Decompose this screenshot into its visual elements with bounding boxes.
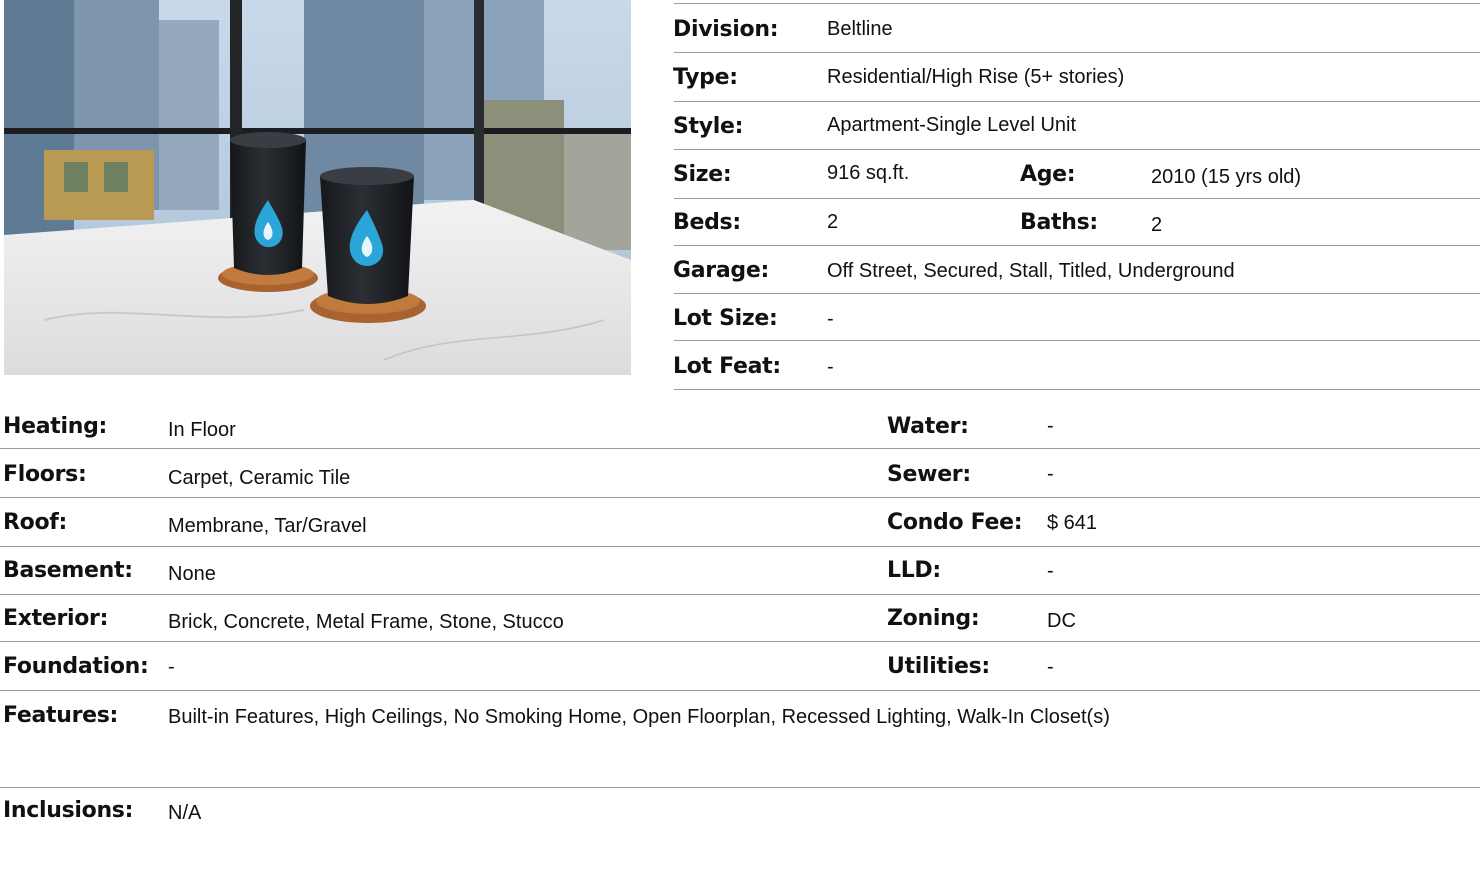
divider (674, 245, 1480, 246)
divider (0, 594, 1480, 595)
lld-value: - (1047, 560, 1054, 582)
baths-value: 2 (1151, 214, 1163, 236)
divider (674, 340, 1480, 341)
basement-label: Basement: (3, 558, 133, 583)
lot-feat-value: - (827, 356, 834, 378)
basement-value: None (168, 563, 216, 585)
divider (674, 149, 1480, 150)
zoning-label: Zoning: (887, 606, 980, 631)
roof-label: Roof: (3, 510, 68, 535)
style-label: Style: (673, 114, 744, 139)
listing-photo (4, 0, 631, 375)
lot-size-label: Lot Size: (673, 306, 778, 331)
divider (674, 3, 1480, 4)
inclusions-label: Inclusions: (3, 798, 134, 823)
beds-label: Beds: (673, 210, 741, 235)
zoning-value: DC (1047, 610, 1076, 632)
heating-label: Heating: (3, 414, 108, 439)
age-value: 2010 (15 yrs old) (1151, 166, 1302, 188)
inclusions-value: N/A (168, 802, 202, 824)
branded-tumbler-photo (4, 0, 631, 375)
size-label: Size: (673, 162, 732, 187)
division-value: Beltline (827, 18, 893, 40)
baths-label: Baths: (1020, 210, 1098, 235)
floors-value: Carpet, Ceramic Tile (168, 467, 351, 489)
water-label: Water: (887, 414, 969, 439)
foundation-value: - (168, 656, 175, 678)
divider (0, 641, 1480, 642)
floors-label: Floors: (3, 462, 87, 487)
divider (0, 546, 1480, 547)
utilities-value: - (1047, 656, 1054, 678)
garage-label: Garage: (673, 258, 769, 283)
beds-value: 2 (827, 211, 839, 233)
exterior-label: Exterior: (3, 606, 109, 631)
divider (0, 690, 1480, 691)
divider (674, 101, 1480, 102)
condo-fee-value: $ 641 (1047, 512, 1098, 534)
features-value: Built-in Features, High Ceilings, No Smo… (168, 706, 1110, 728)
sewer-value: - (1047, 463, 1054, 485)
size-value: 916 sq.ft. (827, 162, 910, 184)
type-label: Type: (673, 65, 738, 90)
division-label: Division: (673, 17, 779, 42)
divider (0, 787, 1480, 788)
garage-value: Off Street, Secured, Stall, Titled, Unde… (827, 260, 1235, 282)
age-label: Age: (1020, 162, 1076, 187)
features-label: Features: (3, 703, 119, 728)
divider (0, 497, 1480, 498)
heating-value: In Floor (168, 419, 236, 441)
divider (674, 389, 1480, 390)
water-value: - (1047, 415, 1054, 437)
lot-feat-label: Lot Feat: (673, 354, 781, 379)
divider (674, 52, 1480, 53)
type-value: Residential/High Rise (5+ stories) (827, 66, 1125, 88)
style-value: Apartment-Single Level Unit (827, 114, 1077, 136)
lld-label: LLD: (887, 558, 941, 583)
roof-value: Membrane, Tar/Gravel (168, 515, 367, 537)
divider (0, 448, 1480, 449)
utilities-label: Utilities: (887, 654, 990, 679)
condo-fee-label: Condo Fee: (887, 510, 1023, 535)
foundation-label: Foundation: (3, 654, 149, 679)
divider (674, 198, 1480, 199)
exterior-value: Brick, Concrete, Metal Frame, Stone, Stu… (168, 611, 564, 633)
sewer-label: Sewer: (887, 462, 971, 487)
divider (674, 293, 1480, 294)
lot-size-value: - (827, 308, 834, 330)
